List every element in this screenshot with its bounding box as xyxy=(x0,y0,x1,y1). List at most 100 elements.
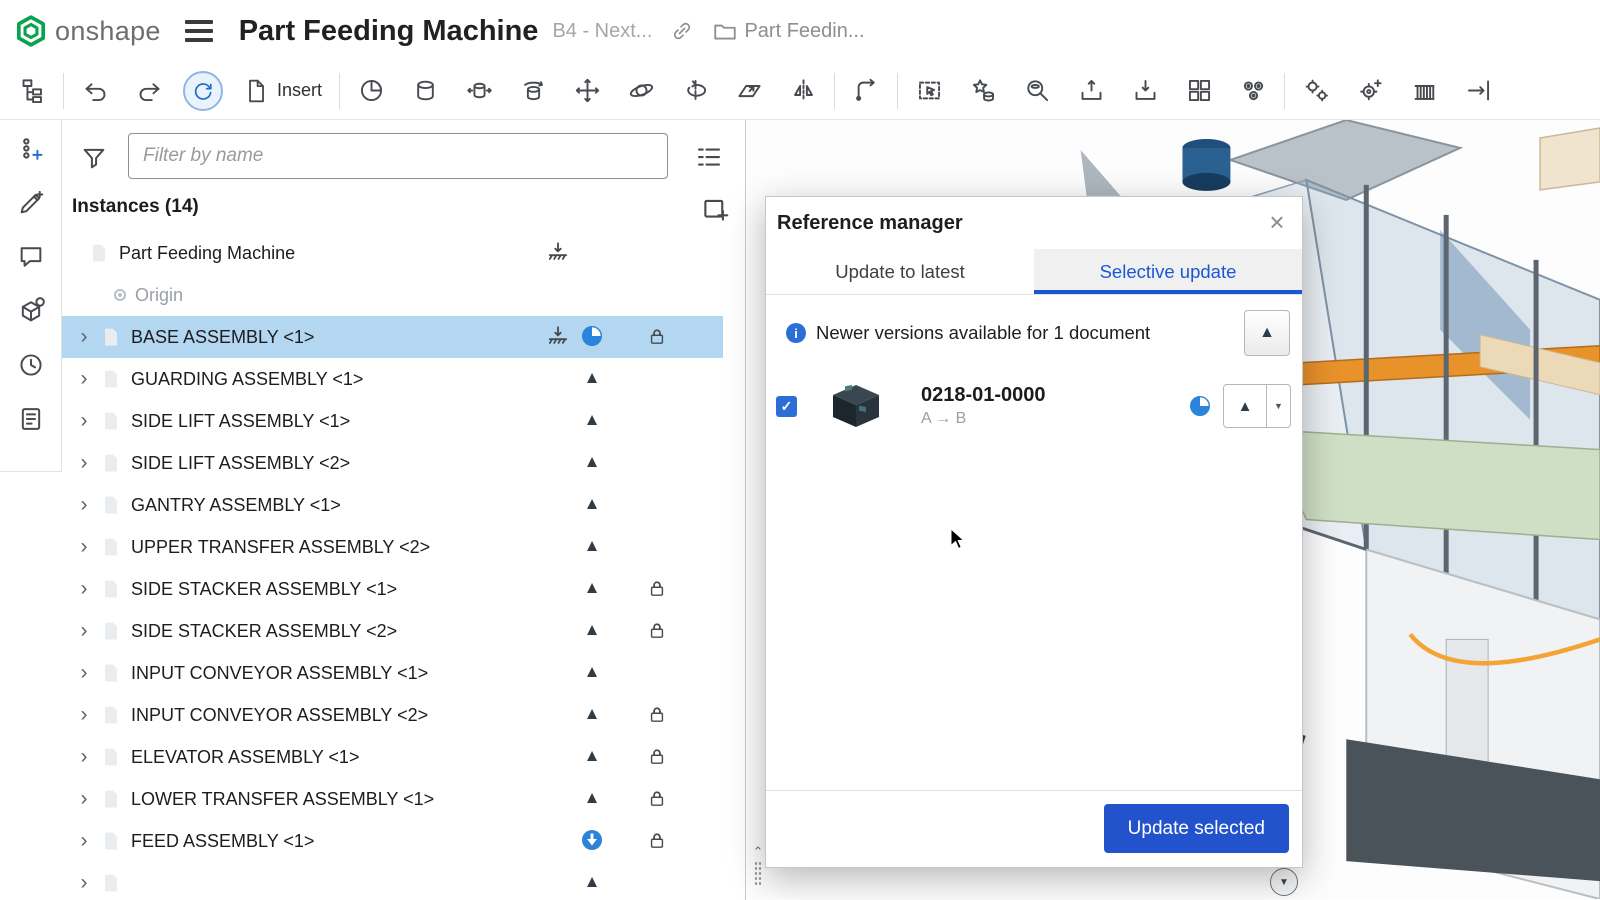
fixed-icon xyxy=(545,324,571,350)
tree-row[interactable]: › BASE ASSEMBLY <1> xyxy=(62,316,723,358)
tree-row[interactable]: › INPUT CONVEYOR ASSEMBLY <1> ▲ xyxy=(62,652,723,694)
tree-row[interactable]: › ELEVATOR ASSEMBLY <1> ▲ xyxy=(62,736,723,778)
tree-row[interactable]: › SIDE STACKER ASSEMBLY <1> ▲ xyxy=(62,568,723,610)
collision-button[interactable] xyxy=(1458,71,1498,111)
orbit-icon xyxy=(628,77,655,104)
update-all-button[interactable]: ▲ xyxy=(1244,310,1290,356)
chevron-right-icon[interactable]: › xyxy=(76,329,92,345)
assembly-toolbar: Insert xyxy=(0,62,1600,120)
translate-button[interactable] xyxy=(567,71,607,111)
outdated-icon: ▲ xyxy=(581,619,603,641)
three-gears-icon xyxy=(1240,77,1267,104)
annotations-button[interactable] xyxy=(15,188,47,220)
onshape-logo[interactable]: onshape xyxy=(14,14,161,48)
panel-scroll-handle[interactable]: ⌃ xyxy=(750,846,766,898)
drag-grip xyxy=(754,861,762,887)
tree-row[interactable]: › SIDE LIFT ASSEMBLY <2> ▲ xyxy=(62,442,723,484)
outdated-icon: ▲ xyxy=(581,409,603,431)
revolute-mate-button[interactable] xyxy=(513,71,553,111)
filter-icon[interactable] xyxy=(80,144,108,172)
chevron-right-icon[interactable]: › xyxy=(76,791,92,807)
notes-button[interactable] xyxy=(15,404,47,436)
tree-item-label: INPUT CONVEYOR ASSEMBLY <1> xyxy=(131,663,428,684)
chevron-right-icon[interactable]: › xyxy=(76,875,92,891)
chevron-right-icon[interactable]: › xyxy=(76,707,92,723)
mechanism-button[interactable] xyxy=(1296,71,1336,111)
share-link[interactable] xyxy=(670,19,694,43)
mates-icon xyxy=(17,135,45,163)
mate-button[interactable] xyxy=(351,71,391,111)
cylinder-arrows-icon xyxy=(466,77,493,104)
tree-row[interactable]: › LOWER TRANSFER ASSEMBLY <1> ▲ xyxy=(62,778,723,820)
breadcrumb[interactable]: Part Feedin... xyxy=(712,18,864,44)
triangle-up-icon: ▲ xyxy=(1238,398,1253,415)
undo-button[interactable] xyxy=(75,71,115,111)
chevron-right-icon[interactable]: › xyxy=(76,665,92,681)
tree-row[interactable]: › FEED ASSEMBLY <1> xyxy=(62,820,723,862)
document-title[interactable]: Part Feeding Machine xyxy=(239,15,539,48)
tree-row[interactable]: › SIDE STACKER ASSEMBLY <2> ▲ xyxy=(62,610,723,652)
tree-row[interactable]: › SIDE LIFT ASSEMBLY <1> ▲ xyxy=(62,400,723,442)
scroll-down-indicator[interactable]: ▼ xyxy=(1270,868,1298,896)
planar-mate-button[interactable] xyxy=(729,71,769,111)
assembly-icon xyxy=(100,410,122,432)
document-version[interactable]: B4 - Next... xyxy=(552,20,652,43)
chevron-right-icon[interactable]: › xyxy=(76,581,92,597)
assembly-tree-button[interactable] xyxy=(12,71,52,111)
slider-mate-button[interactable] xyxy=(459,71,499,111)
tree-row[interactable]: › INPUT CONVEYOR ASSEMBLY <2> ▲ xyxy=(62,694,723,736)
comments-button[interactable] xyxy=(15,242,47,274)
chevron-right-icon[interactable]: › xyxy=(76,413,92,429)
lock-icon xyxy=(647,325,667,348)
named-views-button[interactable] xyxy=(963,71,1003,111)
update-version-button[interactable]: ▲ xyxy=(1223,384,1267,428)
export-button[interactable] xyxy=(1071,71,1111,111)
redo-button[interactable] xyxy=(129,71,169,111)
chevron-right-icon[interactable]: › xyxy=(76,623,92,639)
add-folder-button[interactable] xyxy=(700,194,732,226)
chevron-right-icon[interactable]: › xyxy=(76,833,92,849)
tree-row-partial[interactable]: › ▲ xyxy=(62,862,723,900)
interference-button[interactable] xyxy=(1404,71,1444,111)
document-row[interactable]: ✓ 0218-01-0000 A → B ▲ ▼ xyxy=(776,375,1291,437)
inspect-button[interactable] xyxy=(1017,71,1057,111)
onshape-logo-text: onshape xyxy=(55,16,161,47)
list-view-toggle[interactable] xyxy=(694,142,724,172)
comment-icon xyxy=(17,243,45,271)
box-select-button[interactable] xyxy=(909,71,949,111)
ball-mate-button[interactable] xyxy=(621,71,661,111)
tree-row[interactable]: › GUARDING ASSEMBLY <1> ▲ xyxy=(62,358,723,400)
comb-icon xyxy=(1411,77,1438,104)
version-dropdown-button[interactable]: ▼ xyxy=(1267,384,1291,428)
filter-input[interactable] xyxy=(128,133,668,179)
close-icon[interactable]: × xyxy=(1260,205,1294,239)
replicate-button[interactable] xyxy=(1233,71,1273,111)
snap-mode-button[interactable] xyxy=(846,71,886,111)
update-selected-button[interactable]: Update selected xyxy=(1104,804,1289,853)
tree-row-root[interactable]: Part Feeding Machine xyxy=(62,232,723,274)
mirror-button[interactable] xyxy=(783,71,823,111)
document-checkbox[interactable]: ✓ xyxy=(776,396,797,417)
tree-row[interactable]: › UPPER TRANSFER ASSEMBLY <2> ▲ xyxy=(62,526,723,568)
chevron-right-icon[interactable]: › xyxy=(76,455,92,471)
history-button[interactable] xyxy=(15,350,47,382)
chevron-right-icon[interactable]: › xyxy=(76,497,92,513)
import-button[interactable] xyxy=(1125,71,1165,111)
chevron-right-icon[interactable]: › xyxy=(76,371,92,387)
main-menu-button[interactable] xyxy=(185,20,213,42)
chevron-right-icon[interactable]: › xyxy=(76,539,92,555)
tab-update-to-latest[interactable]: Update to latest xyxy=(766,249,1034,294)
learning-button[interactable] xyxy=(15,296,47,328)
fastened-mate-button[interactable] xyxy=(405,71,445,111)
mates-panel-button[interactable] xyxy=(15,134,47,166)
tree-row[interactable]: › GANTRY ASSEMBLY <1> ▲ xyxy=(62,484,723,526)
update-references-button[interactable] xyxy=(183,71,223,111)
insert-button[interactable]: Insert xyxy=(237,71,328,111)
tree-row-origin[interactable]: Origin xyxy=(62,274,723,316)
chevron-right-icon[interactable]: › xyxy=(76,749,92,765)
tab-selective-update[interactable]: Selective update xyxy=(1034,249,1302,294)
rotate-button[interactable] xyxy=(675,71,715,111)
outdated-icon: ▲ xyxy=(581,745,603,767)
pattern-button[interactable] xyxy=(1179,71,1219,111)
feature-settings-button[interactable] xyxy=(1350,71,1390,111)
